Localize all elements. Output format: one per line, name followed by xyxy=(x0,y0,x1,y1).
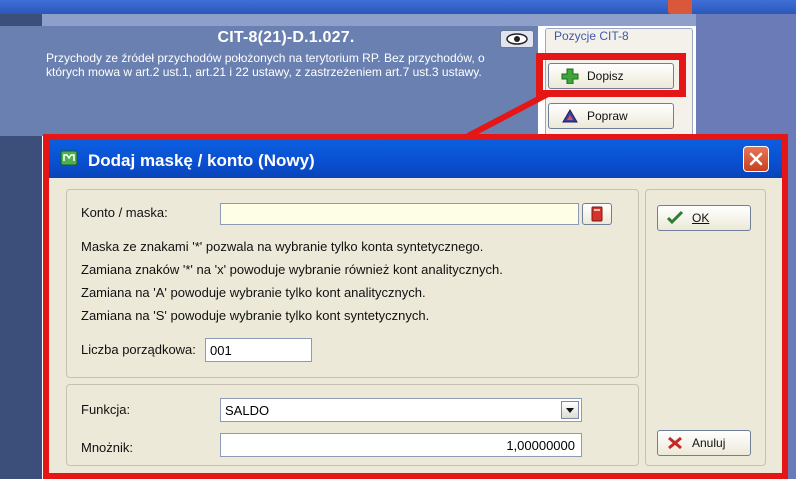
help-text-1: Maska ze znakami '*' pozwala na wybranie… xyxy=(81,239,484,254)
connector-line xyxy=(466,91,550,139)
form-title: CIT-8(21)-D.1.027. xyxy=(217,29,355,46)
edit-triangle-icon xyxy=(561,108,579,124)
app-icon xyxy=(60,149,78,167)
konto-label: Konto / maska: xyxy=(81,205,168,220)
popraw-button[interactable]: Popraw xyxy=(548,103,674,129)
eye-icon[interactable] xyxy=(500,30,534,48)
pozycje-group-label: Pozycje CIT-8 xyxy=(552,29,631,43)
help-text-3: Zamiana na 'A' powoduje wybranie tylko k… xyxy=(81,285,426,300)
help-text-2: Zamiana znaków '*' na 'x' powoduje wybra… xyxy=(81,262,503,277)
mnoznik-input[interactable]: 1,00000000 xyxy=(220,433,582,457)
funkcja-label: Funkcja: xyxy=(81,402,131,417)
dropdown-button[interactable] xyxy=(561,401,579,419)
close-icon xyxy=(749,152,763,166)
parent-header-strip xyxy=(0,14,696,26)
lookup-button[interactable] xyxy=(582,203,612,225)
parent-close-button[interactable] xyxy=(668,0,692,14)
cancel-label: Anuluj xyxy=(692,436,726,450)
cross-icon xyxy=(666,435,684,451)
checkmark-icon xyxy=(666,210,684,226)
lp-label: Liczba porządkowa: xyxy=(81,342,196,357)
popraw-label: Popraw xyxy=(587,109,628,123)
konto-input[interactable] xyxy=(220,203,579,225)
chevron-down-icon xyxy=(566,408,574,413)
ok-label: OK xyxy=(692,211,710,225)
help-text-4: Zamiana na 'S' powoduje wybranie tylko k… xyxy=(81,308,430,323)
lp-input[interactable]: 001 xyxy=(205,338,312,362)
cancel-button[interactable]: Anuluj xyxy=(657,430,751,456)
book-icon xyxy=(591,206,603,222)
funkcja-select[interactable]: SALDO xyxy=(220,398,582,422)
form-description: Przychody ze źródeł przychodów położonyc… xyxy=(46,51,485,79)
dialog-title: Dodaj maskę / konto (Nowy) xyxy=(88,151,315,170)
mnoznik-label: Mnożnik: xyxy=(81,440,134,455)
ok-button[interactable]: OK xyxy=(657,205,751,231)
close-button[interactable] xyxy=(743,146,769,172)
